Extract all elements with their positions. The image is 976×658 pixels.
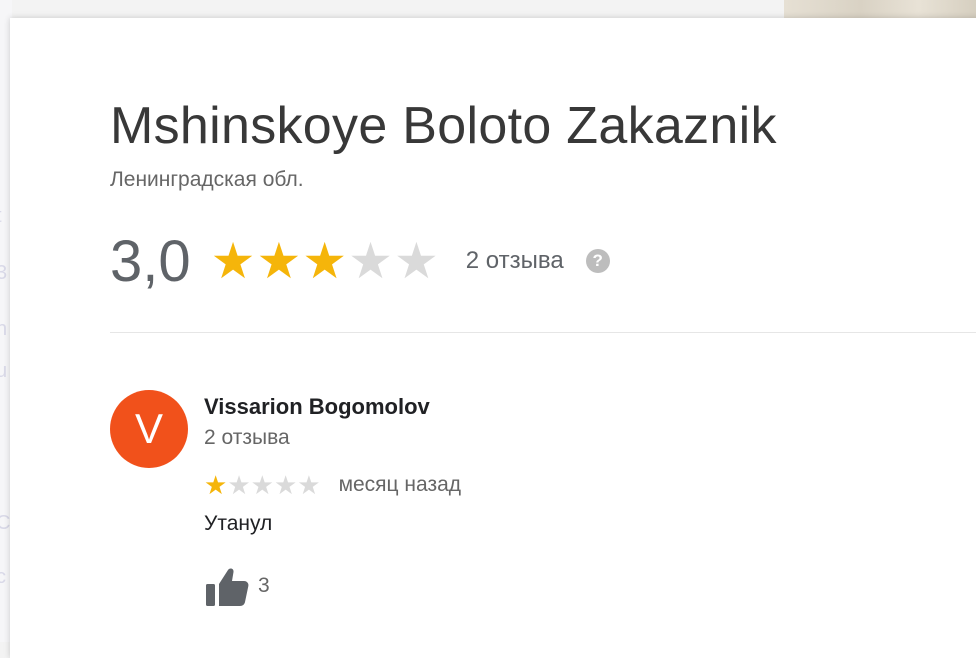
like-count: 3 — [258, 574, 270, 597]
star-filled-icon: ★ — [256, 233, 302, 289]
rating-summary: 3,0 ★ ★ ★ ★ ★ 2 отзыва ? — [110, 226, 610, 296]
reviews-count-link[interactable]: 2 отзыва — [466, 247, 564, 275]
background-fragment: u — [0, 360, 8, 382]
place-title: Mshinskoye Boloto Zakaznik — [110, 97, 777, 155]
background-photo — [784, 0, 976, 20]
help-icon[interactable]: ? — [585, 249, 610, 273]
divider — [110, 332, 976, 333]
review-stars: ★ ★ ★ ★ ★ — [204, 472, 321, 498]
star-empty-icon: ★ — [273, 470, 298, 500]
star-empty-icon: ★ — [227, 470, 251, 500]
place-region: Ленинградская обл. — [110, 168, 304, 191]
review-rating-row: ★ ★ ★ ★ ★ месяц назад — [204, 472, 461, 498]
star-filled-icon: ★ — [204, 470, 228, 500]
reviewer-review-count: 2 отзыва — [204, 426, 290, 449]
background-fragment: C — [0, 512, 11, 534]
background-fragment: 3 — [0, 262, 8, 284]
rating-value: 3,0 — [110, 228, 191, 294]
reviewer-name[interactable]: Vissarion Bogomolov — [204, 394, 430, 420]
like-row: 3 — [204, 564, 270, 608]
avatar[interactable]: V — [110, 390, 188, 468]
star-filled-icon: ★ — [302, 233, 348, 289]
rating-stars: ★ ★ ★ ★ ★ — [211, 236, 440, 286]
star-empty-icon: ★ — [297, 470, 321, 500]
star-empty-icon: ★ — [393, 233, 439, 289]
background-fragment: t — [0, 205, 2, 228]
thumbs-up-icon[interactable] — [204, 564, 250, 608]
star-empty-icon: ★ — [250, 470, 274, 500]
star-empty-icon: ★ — [348, 233, 393, 289]
review-date: месяц назад — [338, 473, 462, 496]
star-filled-icon: ★ — [210, 233, 256, 289]
background-fragment: c — [0, 566, 6, 588]
background-fragment: n — [0, 318, 8, 340]
reviews-panel: Mshinskoye Boloto Zakaznik Ленинградская… — [10, 18, 976, 658]
review-text: Утанул — [204, 512, 273, 535]
